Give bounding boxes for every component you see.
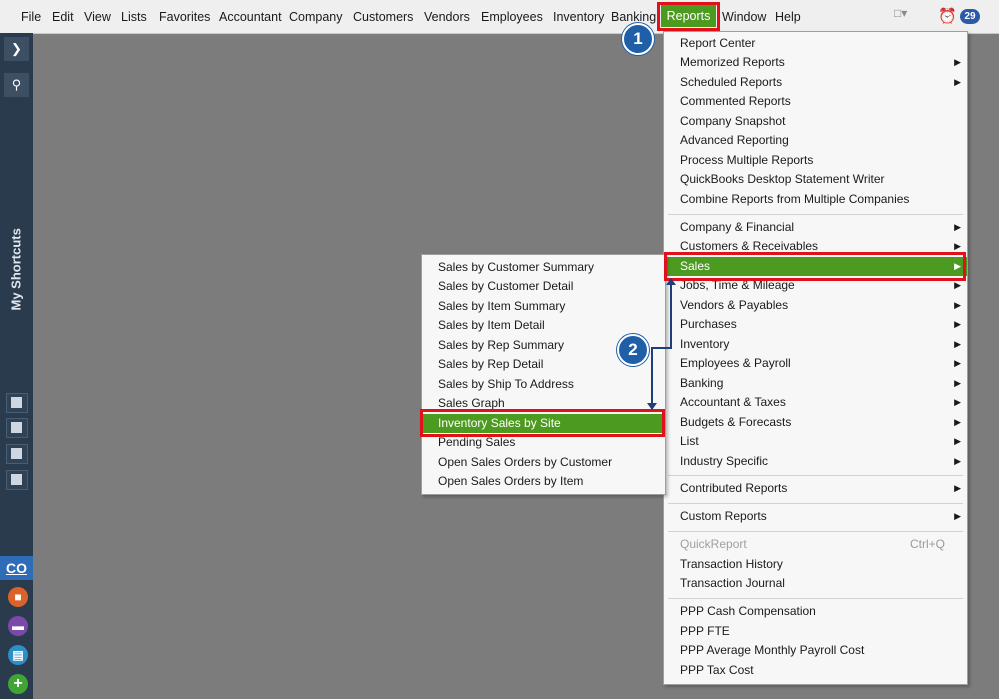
step-1-marker: 1 — [622, 23, 654, 55]
menu-help[interactable]: Help — [775, 10, 801, 24]
menu-separator — [668, 598, 963, 599]
open-sales-orders-by-item-item[interactable]: Open Sales Orders by Item — [422, 472, 665, 491]
sales-by-ship-to-address-item[interactable]: Sales by Ship To Address — [422, 375, 665, 394]
menu-banking[interactable]: Banking — [611, 10, 656, 24]
ppp-fte-item[interactable]: PPP FTE — [664, 622, 967, 641]
vendors-payables-item[interactable]: Vendors & Payables ▶ — [664, 296, 967, 315]
sales-by-customer-detail-item[interactable]: Sales by Customer Detail — [422, 277, 665, 296]
scheduled-reports-item[interactable]: Scheduled Reports ▶ — [664, 73, 967, 92]
sales-by-item-detail-item[interactable]: Sales by Item Detail — [422, 316, 665, 335]
purchases-item[interactable]: Purchases ▶ — [664, 315, 967, 334]
submenu-arrow-icon: ▶ — [954, 77, 961, 87]
sales-annotation-box — [664, 252, 966, 281]
reports-annotation-box — [657, 2, 720, 31]
industry-specific-item[interactable]: Industry Specific ▶ — [664, 452, 967, 471]
ppp-average-monthly-payroll-item[interactable]: PPP Average Monthly Payroll Cost — [664, 641, 967, 660]
accountant-taxes-item[interactable]: Accountant & Taxes ▶ — [664, 393, 967, 412]
menu-customers[interactable]: Customers — [353, 10, 413, 24]
my-shortcuts-label[interactable]: My Shortcuts — [9, 228, 24, 310]
expand-chevron-icon[interactable]: ❯ — [4, 37, 29, 61]
card-icon[interactable]: ▬ — [8, 616, 28, 636]
menu-lists[interactable]: Lists — [121, 10, 147, 24]
chat-icon[interactable]: □▾ — [894, 6, 907, 20]
submenu-arrow-icon: ▶ — [954, 300, 961, 310]
report-center-item[interactable]: Report Center — [664, 34, 967, 53]
submenu-arrow-icon: ▶ — [954, 358, 961, 368]
submenu-arrow-icon: ▶ — [954, 417, 961, 427]
search-icon[interactable]: ⚲ — [4, 73, 29, 97]
menu-window[interactable]: Window — [722, 10, 766, 24]
contributed-reports-item[interactable]: Contributed Reports ▶ — [664, 479, 967, 498]
menu-file[interactable]: File — [21, 10, 41, 24]
briefcase-icon[interactable]: ■ — [8, 587, 28, 607]
menu-edit[interactable]: Edit — [52, 10, 74, 24]
menu-view[interactable]: View — [84, 10, 111, 24]
connector-line — [670, 281, 672, 349]
alert-count-badge[interactable]: 29 — [960, 9, 980, 24]
menu-employees[interactable]: Employees — [481, 10, 543, 24]
open-sales-orders-by-customer-item[interactable]: Open Sales Orders by Customer — [422, 453, 665, 472]
company-tab[interactable]: CO — [0, 556, 33, 580]
menu-separator — [668, 214, 963, 215]
sales-by-customer-summary-item[interactable]: Sales by Customer Summary — [422, 258, 665, 277]
budgets-forecasts-item[interactable]: Budgets & Forecasts ▶ — [664, 413, 967, 432]
menu-vendors[interactable]: Vendors — [424, 10, 470, 24]
submenu-arrow-icon: ▶ — [954, 456, 961, 466]
menu-inventory[interactable]: Inventory — [553, 10, 604, 24]
company-financial-item[interactable]: Company & Financial ▶ — [664, 218, 967, 237]
shortcut-doc-icon[interactable] — [6, 470, 28, 490]
ppp-tax-cost-item[interactable]: PPP Tax Cost — [664, 661, 967, 680]
submenu-arrow-icon: ▶ — [954, 483, 961, 493]
left-icon-bar: ❯ ⚲ My Shortcuts CO ■ ▬ ▤ + — [0, 33, 33, 699]
step-2-marker: 2 — [617, 334, 649, 366]
memorized-reports-item[interactable]: Memorized Reports ▶ — [664, 53, 967, 72]
submenu-arrow-icon: ▶ — [954, 339, 961, 349]
submenu-arrow-icon: ▶ — [954, 511, 961, 521]
statement-writer-item[interactable]: QuickBooks Desktop Statement Writer — [664, 170, 967, 189]
reports-dropdown: Report Center Memorized Reports ▶ Schedul… — [663, 31, 968, 685]
company-snapshot-item[interactable]: Company Snapshot — [664, 112, 967, 131]
sales-by-item-summary-item[interactable]: Sales by Item Summary — [422, 297, 665, 316]
submenu-arrow-icon: ▶ — [954, 319, 961, 329]
advanced-reporting-item[interactable]: Advanced Reporting — [664, 131, 967, 150]
submenu-arrow-icon: ▶ — [954, 397, 961, 407]
menu-favorites[interactable]: Favorites — [159, 10, 210, 24]
quickreport-shortcut: Ctrl+Q — [909, 537, 945, 551]
connector-line — [651, 347, 671, 349]
menu-separator — [668, 503, 963, 504]
inventory-item[interactable]: Inventory ▶ — [664, 335, 967, 354]
commented-reports-item[interactable]: Commented Reports — [664, 92, 967, 111]
combine-reports-item[interactable]: Combine Reports from Multiple Companies — [664, 190, 967, 209]
menu-separator — [668, 475, 963, 476]
banking-item[interactable]: Banking ▶ — [664, 374, 967, 393]
custom-reports-item[interactable]: Custom Reports ▶ — [664, 507, 967, 526]
connector-line — [651, 347, 653, 409]
sales-submenu: Sales by Customer Summary Sales by Custo… — [421, 254, 666, 495]
shortcut-chart-icon[interactable] — [6, 444, 28, 464]
list-item[interactable]: List ▶ — [664, 432, 967, 451]
transaction-journal-item[interactable]: Transaction Journal — [664, 574, 967, 593]
shortcut-home-icon[interactable] — [6, 393, 28, 413]
arrow-down-icon — [647, 403, 657, 410]
inventory-sales-annotation-box — [420, 409, 665, 437]
transaction-history-item[interactable]: Transaction History — [664, 555, 967, 574]
process-multiple-reports-item[interactable]: Process Multiple Reports — [664, 151, 967, 170]
arrow-up-icon — [666, 278, 676, 285]
quickreport-item: QuickReport Ctrl+Q — [664, 535, 967, 554]
menu-separator — [668, 531, 963, 532]
shortcut-list-icon[interactable] — [6, 418, 28, 438]
menu-accountant[interactable]: Accountant — [219, 10, 282, 24]
add-plus-icon[interactable]: + — [8, 674, 28, 694]
submenu-arrow-icon: ▶ — [954, 378, 961, 388]
menu-company[interactable]: Company — [289, 10, 343, 24]
alarm-clock-icon[interactable]: ⏰ — [938, 7, 957, 25]
ppp-cash-compensation-item[interactable]: PPP Cash Compensation — [664, 602, 967, 621]
submenu-arrow-icon: ▶ — [954, 57, 961, 67]
employees-payroll-item[interactable]: Employees & Payroll ▶ — [664, 354, 967, 373]
menu-bar: File Edit View Lists Favorites Accountan… — [0, 0, 999, 34]
submenu-arrow-icon: ▶ — [954, 222, 961, 232]
submenu-arrow-icon: ▶ — [954, 436, 961, 446]
printer-icon[interactable]: ▤ — [8, 645, 28, 665]
